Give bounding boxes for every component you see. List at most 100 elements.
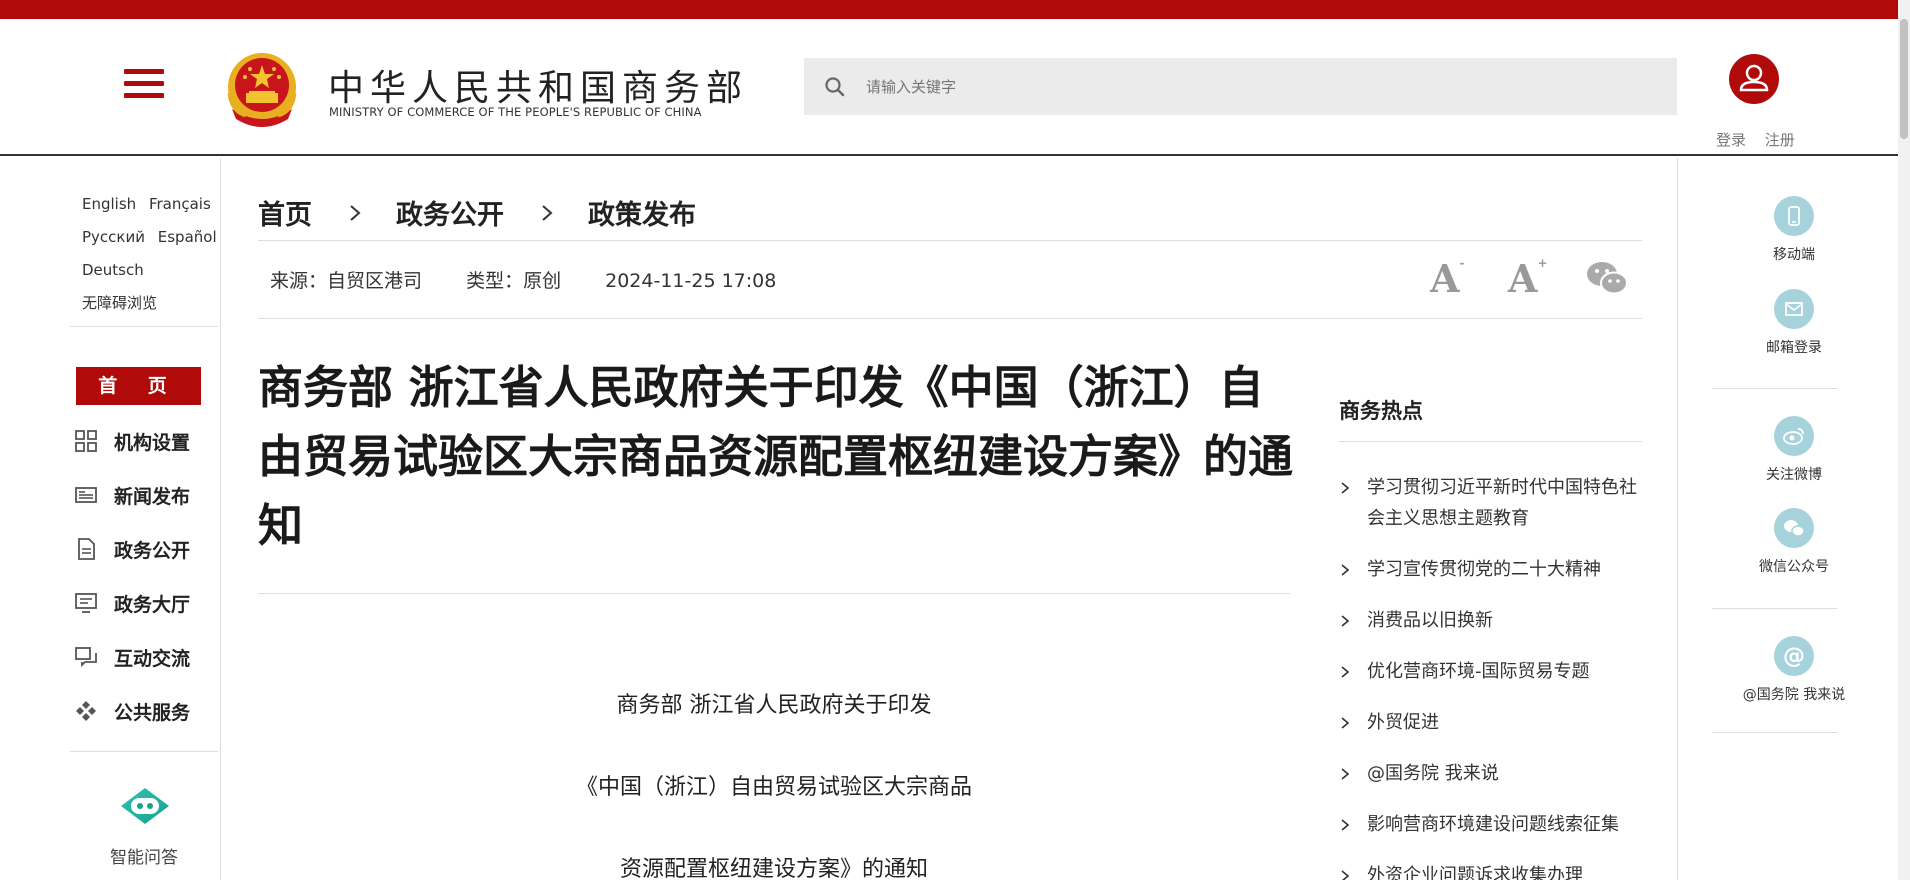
nav-item-label: 互动交流 bbox=[114, 647, 191, 670]
document-icon bbox=[78, 538, 95, 560]
chevron-right-icon bbox=[1341, 666, 1349, 678]
breadcrumb-home[interactable]: 首页 bbox=[258, 193, 312, 232]
hot-topic-link[interactable]: 影响营商环境建设问题线索征集 bbox=[1339, 809, 1642, 840]
hot-topic-link[interactable]: 优化营商环境-国际贸易专题 bbox=[1339, 656, 1642, 687]
login-link[interactable]: 登录 bbox=[1716, 131, 1746, 149]
wechat-icon bbox=[1774, 508, 1814, 548]
hot-topic-link[interactable]: 学习贯彻习近平新时代中国特色社会主义思想主题教育 bbox=[1339, 472, 1642, 534]
right-sidebar: 移动端 邮箱登录 关注微博 微信公众号 @ @国务院 我来说 bbox=[1677, 158, 1910, 880]
article-type: 类型：原创 bbox=[466, 270, 562, 292]
national-emblem-logo[interactable] bbox=[224, 49, 300, 129]
assistant-label[interactable]: 智能问答 bbox=[110, 843, 178, 868]
wechat-official-link[interactable]: 微信公众号 bbox=[1714, 508, 1874, 576]
divider bbox=[1712, 732, 1837, 733]
article-source: 来源：自贸区港司 bbox=[270, 270, 423, 292]
left-sidebar: English Français Русский Español Deutsch… bbox=[0, 158, 221, 880]
divider bbox=[70, 326, 218, 327]
search-input[interactable] bbox=[866, 58, 1646, 115]
language-switcher: English Français Русский Español Deutsch… bbox=[82, 188, 225, 320]
chevron-right-icon bbox=[1341, 819, 1349, 831]
hot-topics-list: 学习贯彻习近平新时代中国特色社会主义思想主题教育 学习宣传贯彻党的二十大精神 消… bbox=[1339, 472, 1642, 880]
nav-item-organization[interactable]: 机构设置 bbox=[74, 414, 190, 468]
mobile-phone-icon bbox=[1774, 196, 1814, 236]
article-datetime: 2024-11-25 17:08 bbox=[605, 270, 777, 292]
article-title: 商务部 浙江省人民政府关于印发《中国（浙江）自由贸易试验区大宗商品资源配置枢纽建… bbox=[258, 361, 1294, 552]
main-nav: 机构设置 新闻发布 政务公开 政务大厅 互动交流 公共服务 bbox=[74, 414, 190, 738]
search-bar[interactable] bbox=[804, 58, 1677, 115]
lang-russian[interactable]: Русский bbox=[82, 228, 145, 246]
chevron-right-icon bbox=[542, 204, 553, 221]
lang-german[interactable]: Deutsch bbox=[82, 261, 144, 279]
breadcrumb-policy-release[interactable]: 政策发布 bbox=[588, 193, 696, 232]
chevron-right-icon bbox=[1341, 615, 1349, 627]
nav-home-button[interactable]: 首 页 bbox=[76, 367, 201, 405]
monitor-icon bbox=[75, 593, 97, 613]
mail-login-link[interactable]: 邮箱登录 bbox=[1714, 289, 1874, 357]
chevron-right-icon bbox=[1341, 482, 1349, 494]
nav-item-service-hall[interactable]: 政务大厅 bbox=[74, 576, 190, 630]
user-avatar-button[interactable] bbox=[1729, 54, 1779, 104]
hot-topic-link[interactable]: 外资企业问题诉求收集办理 bbox=[1339, 860, 1642, 880]
divider bbox=[1339, 441, 1642, 442]
chevron-right-icon bbox=[350, 204, 361, 221]
state-council-label: @国务院 我来说 bbox=[1742, 687, 1846, 703]
nav-item-label: 机构设置 bbox=[114, 431, 191, 454]
newspaper-icon bbox=[75, 487, 97, 503]
breadcrumb-gov-affairs[interactable]: 政务公开 bbox=[396, 193, 504, 232]
font-increase-button[interactable]: A+ bbox=[1508, 256, 1548, 301]
service-icon bbox=[76, 701, 96, 721]
mail-icon bbox=[1774, 289, 1814, 329]
divider bbox=[1712, 608, 1837, 609]
state-council-link[interactable]: @ @国务院 我来说 bbox=[1714, 636, 1874, 704]
wechat-label: 微信公众号 bbox=[1759, 559, 1829, 575]
register-link[interactable]: 注册 bbox=[1765, 131, 1795, 149]
nav-item-news[interactable]: 新闻发布 bbox=[74, 468, 190, 522]
weibo-link[interactable]: 关注微博 bbox=[1714, 416, 1874, 484]
site-name-chinese: 中华人民共和国商务部 bbox=[328, 68, 749, 109]
nav-item-interaction[interactable]: 互动交流 bbox=[74, 630, 190, 684]
chevron-right-icon bbox=[1341, 870, 1349, 880]
site-header: 中华人民共和国商务部 MINISTRY OF COMMERCE OF THE P… bbox=[0, 19, 1898, 156]
at-sign-icon: @ bbox=[1774, 636, 1814, 676]
nav-item-label: 政务公开 bbox=[114, 539, 191, 562]
scrollbar-thumb[interactable] bbox=[1900, 19, 1908, 139]
divider bbox=[258, 593, 1290, 594]
lang-spanish[interactable]: Español bbox=[158, 228, 217, 246]
mobile-link[interactable]: 移动端 bbox=[1714, 196, 1874, 264]
breadcrumb: 首页 政务公开 政策发布 bbox=[258, 193, 696, 232]
user-icon bbox=[1739, 64, 1769, 92]
font-decrease-button[interactable]: A- bbox=[1430, 256, 1464, 301]
site-name-english: MINISTRY OF COMMERCE OF THE PEOPLE'S REP… bbox=[329, 105, 702, 119]
article-body-line: 资源配置枢纽建设方案》的通知 bbox=[619, 857, 928, 880]
article-body-line: 《中国（浙江）自由贸易试验区大宗商品 bbox=[575, 775, 972, 800]
wechat-share-icon[interactable] bbox=[1585, 258, 1629, 298]
mobile-label: 移动端 bbox=[1773, 247, 1815, 263]
grid-icon bbox=[75, 430, 97, 452]
article-body-line: 商务部 浙江省人民政府关于印发 bbox=[616, 693, 932, 718]
divider bbox=[70, 751, 218, 752]
lang-english[interactable]: English bbox=[82, 195, 136, 213]
search-icon[interactable] bbox=[824, 76, 846, 98]
hot-topic-link[interactable]: 学习宣传贯彻党的二十大精神 bbox=[1339, 554, 1642, 585]
nav-item-label: 公共服务 bbox=[114, 701, 191, 724]
hot-topic-link[interactable]: @国务院 我来说 bbox=[1339, 758, 1642, 789]
lang-french[interactable]: Français bbox=[149, 195, 211, 213]
hot-topic-link[interactable]: 消费品以旧换新 bbox=[1339, 605, 1642, 636]
auth-links: 登录 注册 bbox=[1716, 129, 1809, 150]
divider bbox=[258, 240, 1642, 241]
nav-item-public-service[interactable]: 公共服务 bbox=[74, 684, 190, 738]
chevron-right-icon bbox=[1341, 564, 1349, 576]
menu-icon[interactable] bbox=[124, 69, 164, 103]
nav-item-gov-affairs[interactable]: 政务公开 bbox=[74, 522, 190, 576]
robot-assistant-icon[interactable] bbox=[117, 786, 173, 826]
nav-item-label: 政务大厅 bbox=[114, 593, 191, 616]
nav-item-label: 新闻发布 bbox=[114, 485, 191, 508]
mail-label: 邮箱登录 bbox=[1766, 340, 1822, 356]
article-meta: 来源：自贸区港司 类型：原创 2024-11-25 17:08 bbox=[270, 266, 814, 293]
accessible-browse-link[interactable]: 无障碍浏览 bbox=[82, 294, 157, 312]
weibo-icon bbox=[1774, 416, 1814, 456]
hot-topic-link[interactable]: 外贸促进 bbox=[1339, 707, 1642, 738]
hot-topics-title: 商务热点 bbox=[1339, 399, 1423, 423]
divider bbox=[258, 318, 1642, 319]
article-body: 商务部 浙江省人民政府关于印发 《中国（浙江）自由贸易试验区大宗商品 资源配置枢… bbox=[258, 665, 1290, 880]
